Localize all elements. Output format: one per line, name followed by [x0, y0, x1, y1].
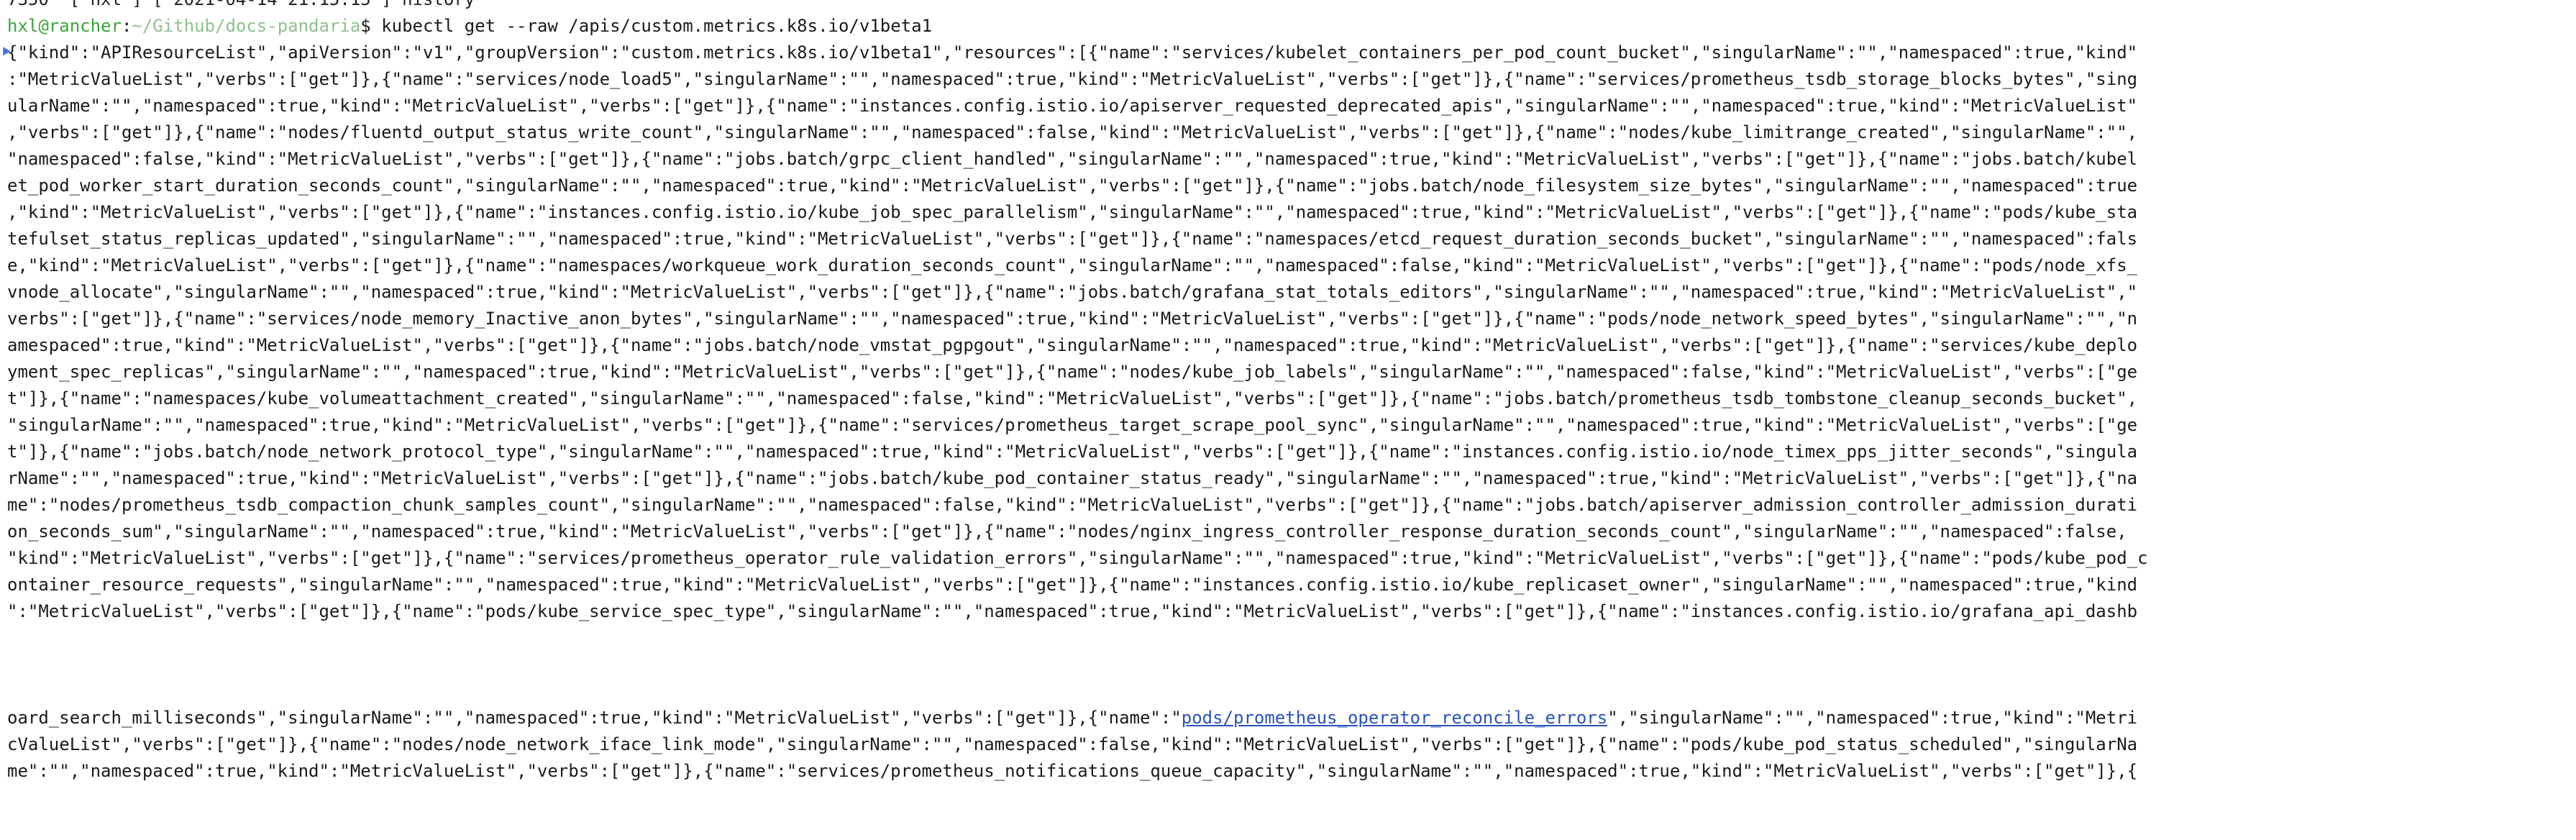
output-line: amespaced":true,"kind":"MetricValueList"… — [0, 332, 2576, 359]
output-line: ,"verbs":["get"]},{"name":"nodes/fluentd… — [0, 119, 2576, 146]
output-line-text: ularName":"","namespaced":true,"kind":"M… — [7, 96, 2138, 116]
prompt-line: hxl@rancher:~/Github/docs-pandaria$ kube… — [0, 13, 2576, 40]
output-line: ularName":"","namespaced":true,"kind":"M… — [0, 93, 2576, 119]
output-line: t"]},{"name":"namespaces/kube_volumeatta… — [0, 385, 2576, 412]
output-line-text: "namespaced":false,"kind":"MetricValueLi… — [7, 149, 2138, 169]
prompt-path: ~/Github/docs-pandaria — [132, 16, 361, 36]
output-line: tefulset_status_replicas_updated","singu… — [0, 226, 2576, 252]
output-line-text: et_pod_worker_start_duration_seconds_cou… — [7, 175, 2138, 196]
output-line-text: on_seconds_sum","singularName":"","names… — [7, 521, 2127, 542]
prompt-symbol: $ — [360, 16, 371, 36]
output-line: "kind":"MetricValueList","verbs":["get"]… — [0, 545, 2576, 572]
output-line: "singularName":"","namespaced":true,"kin… — [0, 412, 2576, 439]
output-line-text: verbs":["get"]},{"name":"services/node_m… — [7, 309, 2138, 329]
terminal-window[interactable]: 7350 [ hxl ] [ 2021-04-14 21:15:15 ] his… — [0, 0, 2576, 840]
output-line-text: cValueList","verbs":["get"]},{"name":"no… — [7, 734, 2138, 754]
output-line-text: rName":"","namespaced":true,"kind":"Metr… — [7, 468, 2138, 488]
output-line: t"]},{"name":"jobs.batch/node_network_pr… — [0, 439, 2576, 465]
output-line-text: e,"kind":"MetricValueList","verbs":["get… — [7, 255, 2138, 275]
output-line: me":"","namespaced":true,"kind":"MetricV… — [0, 758, 2576, 785]
output-line-text: "singularName":"","namespaced":true,"kin… — [7, 415, 2138, 435]
history-line: 7350 [ hxl ] [ 2021-04-14 21:15:15 ] his… — [0, 0, 2576, 13]
prompt-user-host: hxl@rancher — [7, 16, 122, 36]
output-line: verbs":["get"]},{"name":"services/node_m… — [0, 306, 2576, 332]
prompt-separator: : — [121, 16, 132, 36]
output-line: ontainer_resource_requests","singularNam… — [0, 572, 2576, 598]
output-line: e,"kind":"MetricValueList","verbs":["get… — [0, 252, 2576, 279]
output-line-text: ":"MetricValueList","verbs":["get"]},{"n… — [7, 601, 2138, 621]
output-line-text: {"kind":"APIResourceList","apiVersion":"… — [7, 42, 2138, 63]
output-line-text: oard_search_milliseconds","singularName"… — [7, 708, 1182, 728]
output-line-with-link: oard_search_milliseconds","singularName"… — [0, 705, 2576, 731]
output-line: cValueList","verbs":["get"]},{"name":"no… — [0, 731, 2576, 758]
output-line-text: ontainer_resource_requests","singularNam… — [7, 575, 2138, 595]
command-text: kubectl get --raw /apis/custom.metrics.k… — [381, 16, 933, 36]
metric-link[interactable]: pods/prometheus_operator_reconcile_error… — [1182, 708, 1607, 728]
output-line: et_pod_worker_start_duration_seconds_cou… — [0, 173, 2576, 199]
output-line-text: ,"verbs":["get"]},{"name":"nodes/fluentd… — [7, 122, 2138, 142]
output-line: ,"kind":"MetricValueList","verbs":["get"… — [0, 199, 2576, 226]
output-line: rName":"","namespaced":true,"kind":"Metr… — [0, 465, 2576, 492]
command-output: ⯈ {"kind":"APIResourceList","apiVersion":… — [0, 40, 2576, 785]
output-line-text: me":"nodes/prometheus_tsdb_compaction_ch… — [7, 495, 2138, 515]
output-line: "namespaced":false,"kind":"MetricValueLi… — [0, 146, 2576, 173]
output-line-text: t"]},{"name":"jobs.batch/node_network_pr… — [7, 442, 2138, 462]
output-line-text: t"]},{"name":"namespaces/kube_volumeatta… — [7, 388, 2138, 408]
output-line-text: "kind":"MetricValueList","verbs":["get"]… — [7, 548, 2148, 568]
output-line-text: amespaced":true,"kind":"MetricValueList"… — [7, 335, 2138, 355]
output-line-text: vnode_allocate","singularName":"","names… — [7, 282, 2138, 302]
terminal-scrollback: 7350 [ hxl ] [ 2021-04-14 21:15:15 ] his… — [0, 0, 2576, 785]
output-line-text: ,"kind":"MetricValueList","verbs":["get"… — [7, 202, 2138, 222]
output-line: vnode_allocate","singularName":"","names… — [0, 279, 2576, 306]
output-line-text: ","singularName":"","namespaced":true,"k… — [1607, 708, 2138, 728]
output-line-text: :"MetricValueList","verbs":["get"]},{"na… — [7, 69, 2138, 89]
output-line-text: me":"","namespaced":true,"kind":"MetricV… — [7, 761, 2138, 781]
output-line: me":"nodes/prometheus_tsdb_compaction_ch… — [0, 492, 2576, 519]
output-line: on_seconds_sum","singularName":"","names… — [0, 519, 2576, 545]
output-line-text: tefulset_status_replicas_updated","singu… — [7, 229, 2138, 249]
output-line: :"MetricValueList","verbs":["get"]},{"na… — [0, 66, 2576, 93]
output-line: ⯈ {"kind":"APIResourceList","apiVersion":… — [0, 42, 2138, 63]
output-line-text: yment_spec_replicas","singularName":"","… — [7, 362, 2138, 382]
output-line: ":"MetricValueList","verbs":["get"]},{"n… — [0, 598, 2576, 625]
output-line: yment_spec_replicas","singularName":"","… — [0, 359, 2576, 385]
